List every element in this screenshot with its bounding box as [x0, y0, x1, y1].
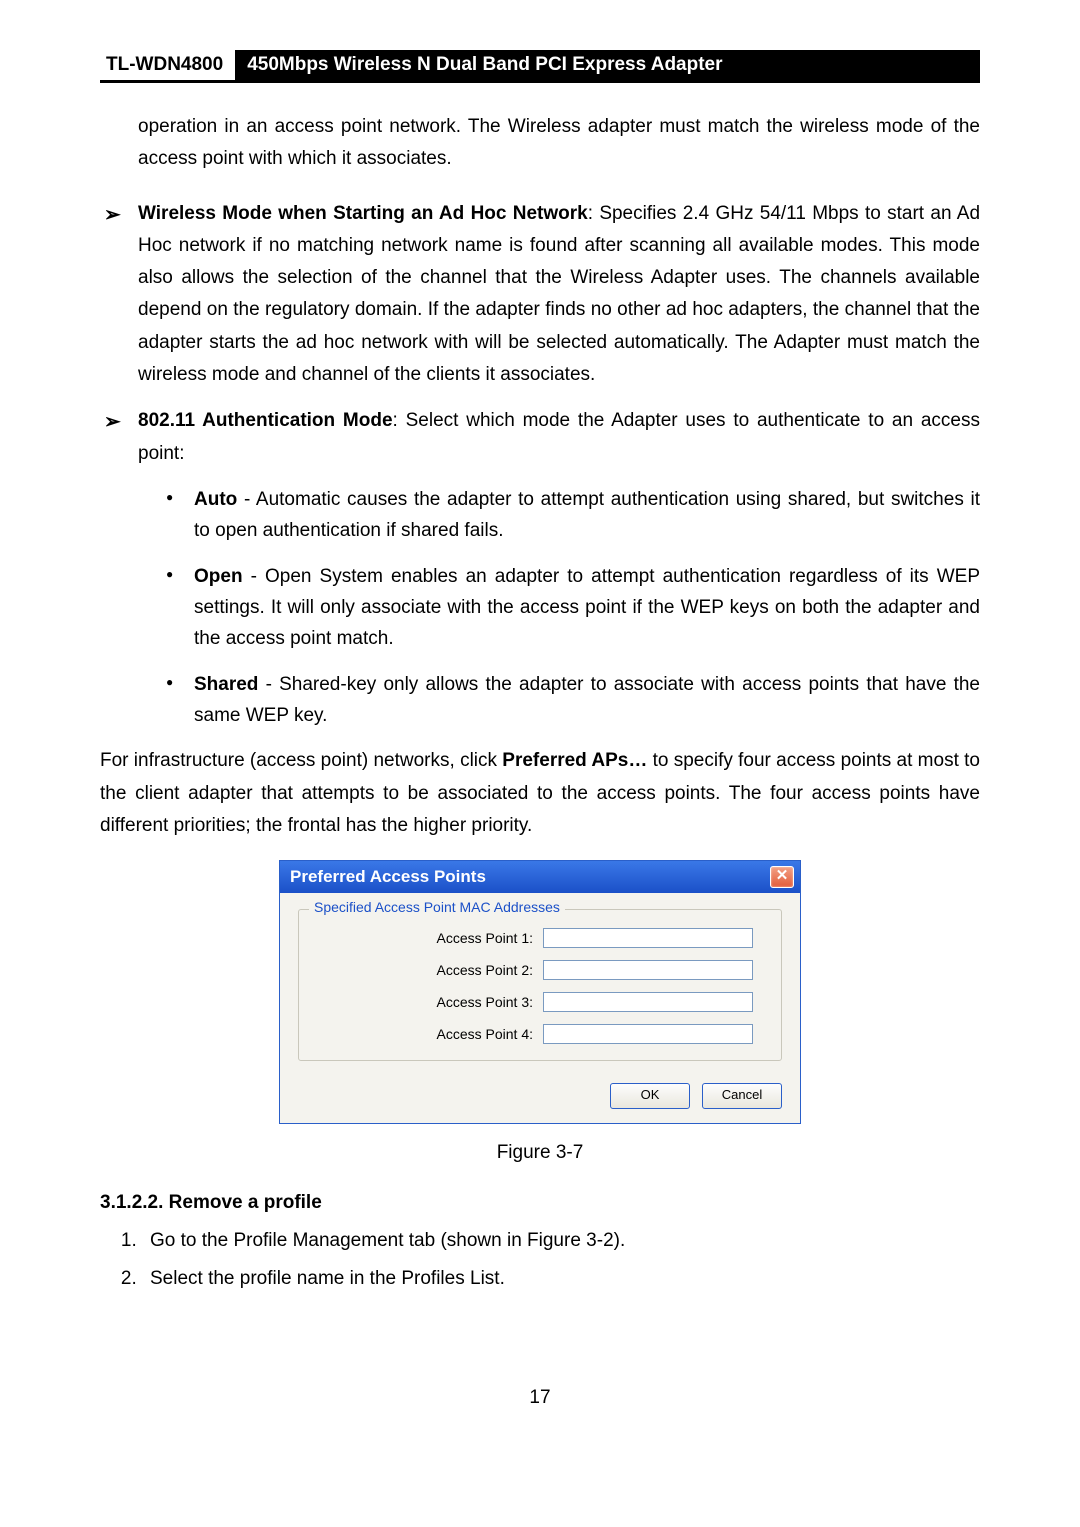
list-item: Shared - Shared-key only allows the adap…: [166, 669, 980, 732]
ap3-label: Access Point 3:: [313, 994, 543, 1010]
dialog-button-row: OK Cancel: [280, 1071, 800, 1123]
infra-bold: Preferred APs…: [502, 750, 647, 771]
list-item: Open - Open System enables an adapter to…: [166, 561, 980, 655]
ap3-input[interactable]: [543, 992, 753, 1012]
feature-list: Wireless Mode when Starting an Ad Hoc Ne…: [100, 198, 980, 732]
ap-row-4: Access Point 4:: [313, 1024, 767, 1044]
page-number: 17: [100, 1387, 980, 1409]
product-model: TL-WDN4800: [100, 50, 235, 80]
ap2-input[interactable]: [543, 960, 753, 980]
label-open: Open: [194, 566, 243, 587]
text-open: - Open System enables an adapter to atte…: [194, 566, 980, 650]
document-page: TL-WDN4800 450Mbps Wireless N Dual Band …: [0, 0, 1080, 1449]
page-header: TL-WDN4800 450Mbps Wireless N Dual Band …: [100, 50, 980, 83]
infra-paragraph: For infrastructure (access point) networ…: [100, 745, 980, 842]
product-title: 450Mbps Wireless N Dual Band PCI Express…: [235, 50, 980, 80]
mac-address-fieldset: Specified Access Point MAC Addresses Acc…: [298, 909, 782, 1061]
dialog-title: Preferred Access Points: [290, 867, 486, 887]
list-item: 802.11 Authentication Mode: Select which…: [100, 405, 980, 731]
text-auto: - Automatic causes the adapter to attemp…: [194, 489, 980, 541]
auth-sub-list: Auto - Automatic causes the adapter to a…: [166, 484, 980, 731]
dialog-body: Specified Access Point MAC Addresses Acc…: [280, 893, 800, 1071]
ap1-label: Access Point 1:: [313, 930, 543, 946]
label-shared: Shared: [194, 674, 258, 695]
ap4-input[interactable]: [543, 1024, 753, 1044]
ap1-input[interactable]: [543, 928, 753, 948]
cancel-button[interactable]: Cancel: [702, 1083, 782, 1109]
section-heading: 3.1.2.2. Remove a profile: [100, 1192, 980, 1214]
list-item: Wireless Mode when Starting an Ad Hoc Ne…: [100, 198, 980, 392]
remove-profile-steps: Go to the Profile Management tab (shown …: [100, 1224, 980, 1296]
ap2-label: Access Point 2:: [313, 962, 543, 978]
ap-row-3: Access Point 3:: [313, 992, 767, 1012]
ap-row-2: Access Point 2:: [313, 960, 767, 980]
step-1: Go to the Profile Management tab (shown …: [142, 1224, 980, 1258]
label-auth-mode: 802.11 Authentication Mode: [138, 410, 393, 431]
intro-paragraph: operation in an access point network. Th…: [138, 111, 980, 176]
infra-pre: For infrastructure (access point) networ…: [100, 750, 502, 771]
figure-caption: Figure 3-7: [100, 1142, 980, 1164]
label-auto: Auto: [194, 489, 237, 510]
step-2: Select the profile name in the Profiles …: [142, 1262, 980, 1296]
text-wireless-mode: : Specifies 2.4 GHz 54/11 Mbps to start …: [138, 203, 980, 385]
ok-button[interactable]: OK: [610, 1083, 690, 1109]
dialog-titlebar: Preferred Access Points ✕: [280, 861, 800, 893]
close-icon[interactable]: ✕: [770, 866, 794, 888]
ap-row-1: Access Point 1:: [313, 928, 767, 948]
preferred-aps-dialog: Preferred Access Points ✕ Specified Acce…: [279, 860, 801, 1124]
list-item: Auto - Automatic causes the adapter to a…: [166, 484, 980, 547]
label-wireless-mode: Wireless Mode when Starting an Ad Hoc Ne…: [138, 203, 588, 224]
ap4-label: Access Point 4:: [313, 1026, 543, 1042]
fieldset-legend: Specified Access Point MAC Addresses: [309, 899, 565, 915]
text-shared: - Shared-key only allows the adapter to …: [194, 674, 980, 726]
